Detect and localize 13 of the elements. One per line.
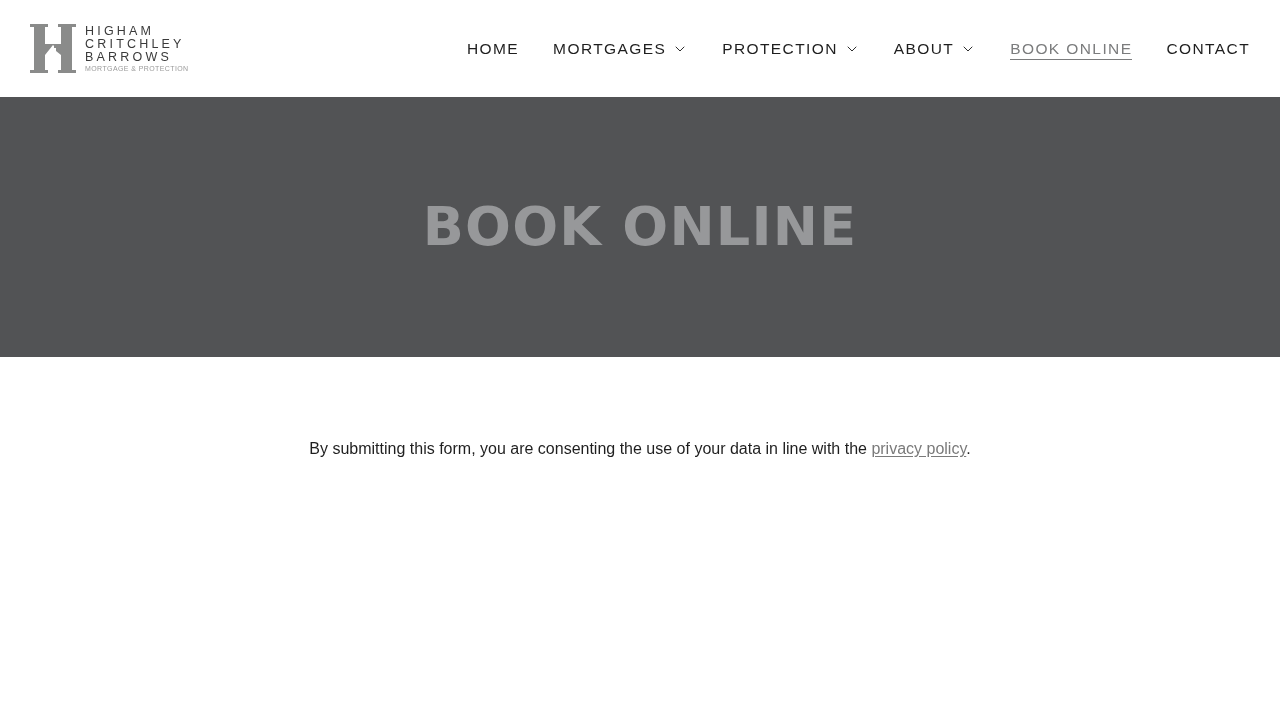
nav-link[interactable]: PROTECTION xyxy=(722,37,860,60)
nav-link[interactable]: MORTGAGES xyxy=(553,37,689,60)
hero-title: BOOK ONLINE xyxy=(422,200,858,254)
nav-link[interactable]: CONTACT xyxy=(1166,37,1250,60)
logo-wordmark-text: BARROWS xyxy=(85,51,173,64)
consent-text: By submitting this form, you are consenting the use of your data in line with the privacy policy. xyxy=(309,439,971,459)
logo-wordmark-text: CRITCHLEY xyxy=(85,38,186,51)
privacy-policy-link[interactable]: privacy policy xyxy=(871,440,967,457)
nav-link[interactable]: ABOUT xyxy=(893,37,977,60)
nav-link[interactable]: HOME xyxy=(467,37,520,60)
nav-link[interactable]: BOOK ONLINE xyxy=(1010,37,1133,60)
logo-icon[interactable] xyxy=(30,24,76,73)
logo-wordmark-text: HIGHAM xyxy=(85,25,156,38)
